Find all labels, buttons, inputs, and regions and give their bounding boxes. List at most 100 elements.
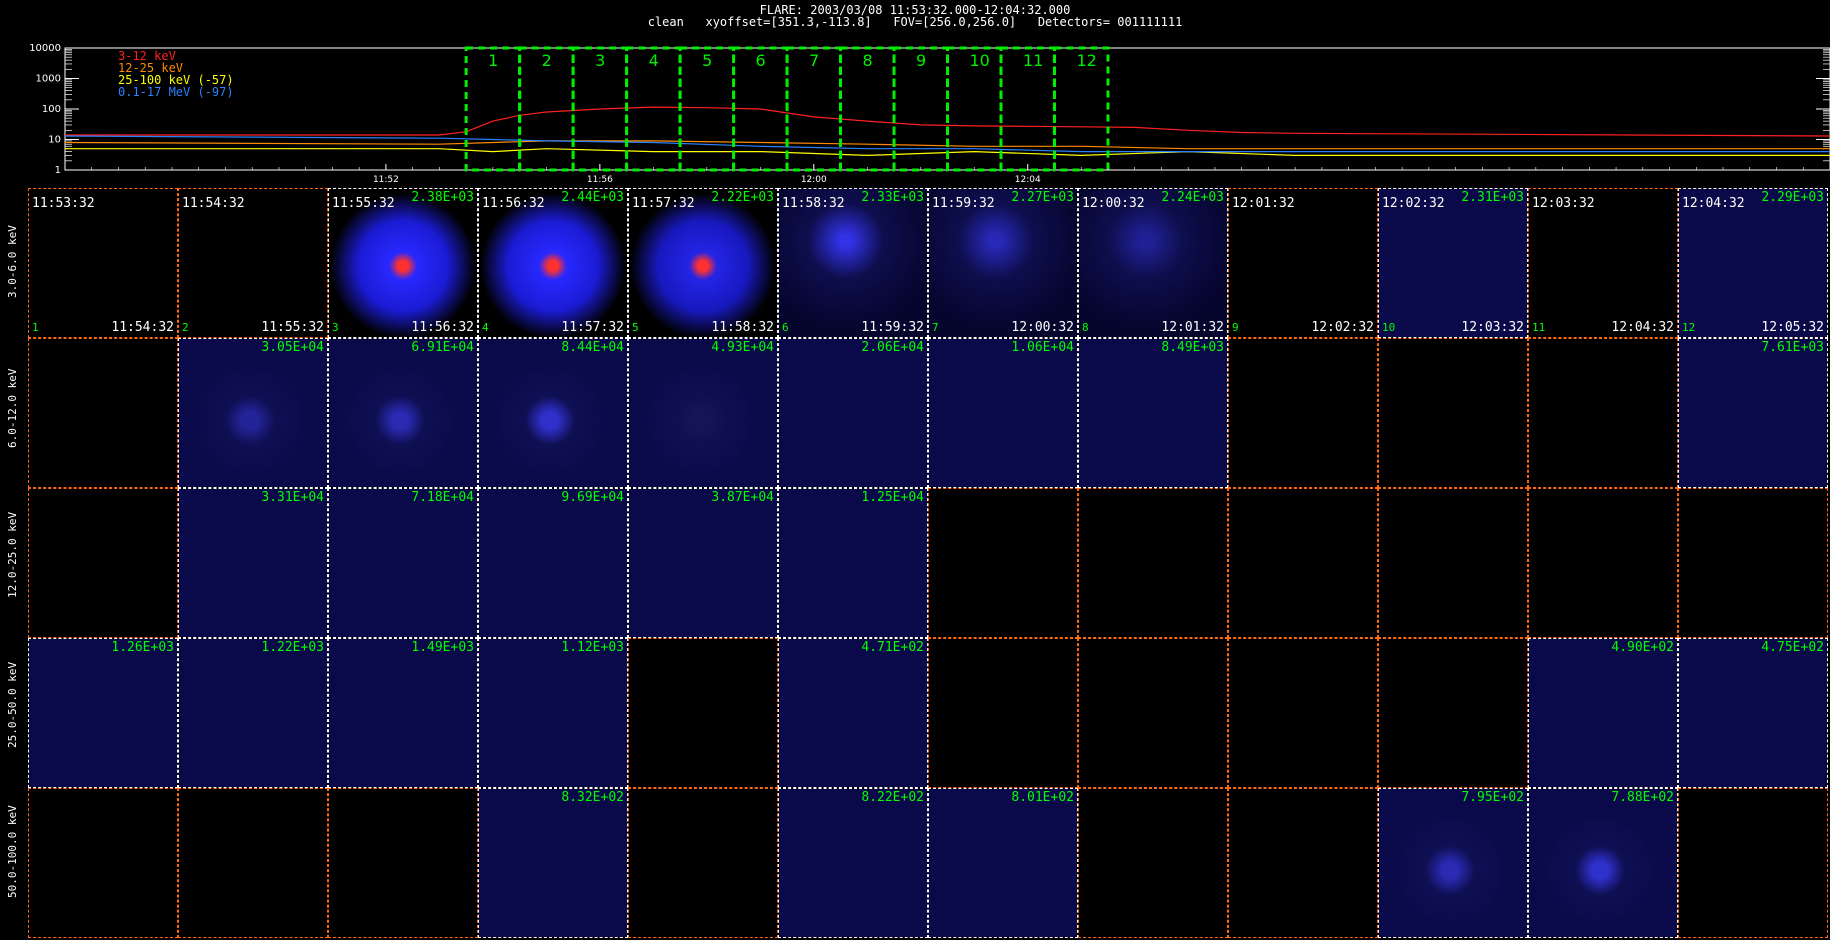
image-map	[179, 189, 327, 337]
image-map	[479, 339, 627, 487]
peak-value: 8.22E+02	[861, 790, 924, 805]
image-cell	[28, 488, 178, 638]
interval-end-time: 12:01:32	[1161, 320, 1224, 335]
image-map	[1679, 789, 1827, 937]
peak-value: 7.88E+02	[1611, 790, 1674, 805]
image-map	[1379, 339, 1527, 487]
image-cell: 2.06E+04	[778, 338, 928, 488]
peak-value: 2.44E+03	[561, 190, 624, 205]
interval-start-time: 11:53:32	[32, 196, 95, 211]
peak-value: 4.90E+02	[1611, 640, 1674, 655]
image-map	[479, 789, 627, 937]
image-map	[779, 339, 927, 487]
interval-start-time: 11:54:32	[182, 196, 245, 211]
image-map	[779, 639, 927, 787]
interval-label-1: 1	[488, 51, 498, 70]
interval-number: 9	[1232, 321, 1239, 334]
image-map	[1229, 639, 1377, 787]
peak-value: 4.71E+02	[861, 640, 924, 655]
y-tick-label: 10	[48, 135, 61, 146]
image-cell: 4.71E+02	[778, 638, 928, 788]
image-map	[629, 789, 777, 937]
interval-number: 10	[1382, 321, 1396, 334]
peak-value: 4.75E+02	[1761, 640, 1824, 655]
interval-label-9: 9	[916, 51, 926, 70]
energy-band-label: 6.0-12.0 keV	[6, 368, 19, 448]
peak-value: 7.61E+03	[1761, 340, 1824, 355]
peak-value: 3.87E+04	[711, 490, 774, 505]
interval-number: 5	[632, 321, 639, 334]
peak-value: 8.01E+02	[1011, 790, 1074, 805]
energy-band-label: 12.0-25.0 keV	[6, 511, 19, 598]
image-map	[329, 489, 477, 637]
peak-value: 7.18E+04	[411, 490, 474, 505]
image-map	[779, 789, 927, 937]
image-map	[1079, 789, 1227, 937]
image-map	[1679, 189, 1827, 337]
interval-end-time: 12:03:32	[1461, 320, 1524, 335]
image-map	[1229, 489, 1377, 637]
interval-end-time: 11:58:32	[711, 320, 774, 335]
image-map	[1679, 639, 1827, 787]
interval-label-4: 4	[649, 51, 659, 70]
image-cell	[1078, 488, 1228, 638]
interval-label-3: 3	[595, 51, 605, 70]
image-cell: 11:54:32 11:55:32 2	[178, 188, 328, 338]
image-cell	[28, 788, 178, 938]
image-cell	[1678, 788, 1828, 938]
peak-value: 7.95E+02	[1461, 790, 1524, 805]
peak-value: 8.44E+04	[561, 340, 624, 355]
image-map	[179, 789, 327, 937]
image-map	[1079, 339, 1227, 487]
peak-value: 2.38E+03	[411, 190, 474, 205]
image-map	[329, 789, 477, 937]
image-map	[1229, 339, 1377, 487]
interval-label-8: 8	[863, 51, 873, 70]
interval-start-time: 11:56:32	[482, 196, 545, 211]
image-cell: 8.49E+03	[1078, 338, 1228, 488]
interval-number: 6	[782, 321, 789, 334]
image-cell	[928, 638, 1078, 788]
interval-start-time: 11:59:32	[932, 196, 995, 211]
image-cell: 7.95E+02	[1378, 788, 1528, 938]
image-cell	[1228, 488, 1378, 638]
image-cell: 4.93E+04	[628, 338, 778, 488]
interval-start-time: 12:01:32	[1232, 196, 1295, 211]
interval-end-time: 12:02:32	[1311, 320, 1374, 335]
image-map	[1079, 639, 1227, 787]
image-cell: 8.22E+02	[778, 788, 928, 938]
interval-start-time: 11:58:32	[782, 196, 845, 211]
y-tick-label: 1	[55, 165, 61, 176]
interval-label-11: 11	[1023, 51, 1043, 70]
image-cell	[628, 788, 778, 938]
peak-value: 2.06E+04	[861, 340, 924, 355]
interval-start-time: 12:04:32	[1682, 196, 1745, 211]
peak-value: 1.22E+03	[261, 640, 324, 655]
interval-start-time: 12:03:32	[1532, 196, 1595, 211]
image-map	[179, 489, 327, 637]
interval-number: 2	[182, 321, 189, 334]
image-cell: 3.05E+04	[178, 338, 328, 488]
image-cell: 7.88E+02	[1528, 788, 1678, 938]
image-map	[1529, 789, 1677, 937]
peak-value: 1.49E+03	[411, 640, 474, 655]
interval-end-time: 11:55:32	[261, 320, 324, 335]
image-map	[779, 489, 927, 637]
image-cell	[1078, 638, 1228, 788]
image-map	[929, 339, 1077, 487]
image-cell: 7.61E+03	[1678, 338, 1828, 488]
image-cell	[1378, 638, 1528, 788]
image-map	[1529, 339, 1677, 487]
image-map	[479, 639, 627, 787]
image-cell: 8.44E+04	[478, 338, 628, 488]
image-map	[179, 339, 327, 487]
interval-label-10: 10	[970, 51, 990, 70]
interval-end-time: 12:00:32	[1011, 320, 1074, 335]
interval-end-time: 11:59:32	[861, 320, 924, 335]
peak-value: 6.91E+04	[411, 340, 474, 355]
interval-start-time: 12:00:32	[1082, 196, 1145, 211]
image-cell	[928, 488, 1078, 638]
image-cell: 12:01:32 12:02:32 9	[1228, 188, 1378, 338]
image-cell: 2.33E+03 11:58:32 11:59:32 6	[778, 188, 928, 338]
lightcurve-plot: 10000100010010111:52 11:56 12:00 12:04 1234…	[29, 43, 1830, 185]
